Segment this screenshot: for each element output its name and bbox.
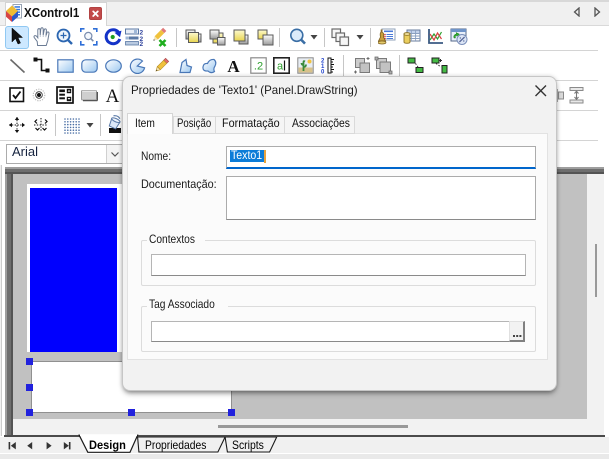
svg-text:a: a [277,61,284,73]
svg-text:A: A [227,57,240,74]
svg-text:A: A [106,86,120,104]
svg-text:2: 2 [140,41,144,46]
svg-text:.2: .2 [254,61,263,73]
svg-text:0: 0 [321,70,325,75]
